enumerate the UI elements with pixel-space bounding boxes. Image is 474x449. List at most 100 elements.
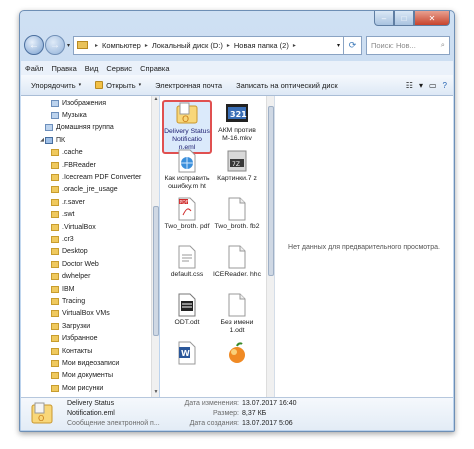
- breadcrumb-computer[interactable]: Компьютер: [102, 41, 141, 50]
- tree-item[interactable]: .Icecream PDF Converter: [21, 171, 158, 183]
- tree-item[interactable]: Избранное: [21, 332, 158, 344]
- change-view-icon[interactable]: ☷: [406, 81, 413, 90]
- homegroup-icon: [45, 124, 53, 132]
- tree-item[interactable]: .swt: [21, 209, 158, 221]
- tree-item-label: Изображения: [62, 99, 106, 107]
- tree-item-label: .oracle_jre_usage: [62, 186, 118, 194]
- explorer-window: – □ ✕ ← → ▾ ▸ Компьютер ▸ Локальный диск…: [19, 10, 455, 432]
- file-item[interactable]: [213, 341, 261, 367]
- burn-button[interactable]: Записать на оптический диск: [236, 81, 338, 90]
- menu-view[interactable]: Вид: [85, 64, 99, 73]
- folder-icon: [51, 174, 59, 182]
- file-item[interactable]: Как исправить ошибку.m ht: [163, 149, 211, 191]
- tree-item[interactable]: Tracing: [21, 295, 158, 307]
- details-pane: O Delivery Status Notification.eml Сообщ…: [21, 397, 453, 430]
- tree-item[interactable]: Мои документы: [21, 370, 158, 382]
- folder-icon: [51, 359, 59, 367]
- tree-item[interactable]: VirtualBox VMs: [21, 308, 158, 320]
- lib-icon: [51, 112, 59, 120]
- svg-text:7Z: 7Z: [232, 161, 240, 168]
- tree-item[interactable]: Загрузки: [21, 320, 158, 332]
- tree-item[interactable]: .r.saver: [21, 196, 158, 208]
- breadcrumb-disk-d[interactable]: Локальный диск (D:): [152, 41, 223, 50]
- files-scrollbar[interactable]: [266, 96, 274, 398]
- help-icon[interactable]: ?: [443, 81, 447, 90]
- tree-item-label: .cr3: [62, 235, 74, 243]
- preview-pane-icon[interactable]: ▭: [429, 81, 437, 90]
- menu-help[interactable]: Справка: [140, 64, 169, 73]
- tree-item-label: Мои документы: [62, 372, 114, 380]
- maximize-button[interactable]: □: [394, 11, 414, 26]
- scroll-thumb[interactable]: [153, 206, 159, 336]
- file-item[interactable]: ICEReader. hhc: [213, 245, 261, 279]
- created-key: Дата создания:: [189, 420, 239, 427]
- folder-icon: [51, 384, 59, 392]
- tree-item-label: .swt: [62, 211, 75, 219]
- breadcrumb-new-folder[interactable]: Новая папка (2): [234, 41, 289, 50]
- file-item[interactable]: 7Z Картинки.7 z: [213, 149, 261, 183]
- open-button[interactable]: Открыть ▾: [95, 81, 141, 90]
- tree-item[interactable]: Музыка: [21, 109, 158, 121]
- tree-item[interactable]: Домашняя группа: [21, 122, 158, 134]
- tree-item[interactable]: Desktop: [21, 246, 158, 258]
- folder-icon: [51, 248, 59, 256]
- doc-icon: [225, 197, 249, 221]
- tree-item[interactable]: .oracle_jre_usage: [21, 184, 158, 196]
- file-item[interactable]: default.css: [163, 245, 211, 279]
- tree-item[interactable]: dwhelper: [21, 270, 158, 282]
- tree-item[interactable]: Мои видеозаписи: [21, 357, 158, 369]
- breadcrumb[interactable]: ▸ Компьютер ▸ Локальный диск (D:) ▸ Нова…: [73, 35, 344, 55]
- forward-arrow-icon: →: [50, 39, 60, 51]
- search-icon: ⌕: [440, 40, 445, 49]
- address-dropdown[interactable]: ▾: [337, 42, 340, 49]
- folder-icon: [51, 161, 59, 169]
- breadcrumb-separator[interactable]: ▸: [95, 42, 98, 49]
- back-button[interactable]: ←: [24, 35, 44, 55]
- svg-text:W: W: [181, 349, 190, 358]
- email-button[interactable]: Электронная почта: [155, 81, 222, 90]
- tree-scrollbar[interactable]: ▲ ▼: [151, 96, 159, 398]
- tree-item-label: Домашняя группа: [56, 124, 114, 132]
- organize-button[interactable]: Упорядочить ▾: [31, 81, 81, 90]
- file-item[interactable]: PDF Two_broth. pdf: [163, 197, 211, 231]
- menu-edit[interactable]: Правка: [51, 64, 76, 73]
- tree-item[interactable]: .VirtualBox: [21, 221, 158, 233]
- menu-tools[interactable]: Сервис: [106, 64, 132, 73]
- file-list: O Delivery Status Notificatio n.eml 321 АКМ…: [160, 96, 266, 398]
- tree-item[interactable]: Мои рисунки: [21, 382, 158, 394]
- scroll-up-icon[interactable]: ▲: [152, 96, 160, 105]
- minimize-button[interactable]: –: [374, 11, 394, 26]
- file-item[interactable]: 321 АКМ против М-16.mkv: [213, 101, 261, 143]
- refresh-button[interactable]: ⟳: [344, 35, 362, 55]
- breadcrumb-separator[interactable]: ▸: [227, 42, 230, 49]
- breadcrumb-separator[interactable]: ▸: [293, 42, 296, 49]
- file-item[interactable]: O Delivery Status Notificatio n.eml: [162, 100, 212, 154]
- tree-item[interactable]: IBM: [21, 283, 158, 295]
- folder-icon: [51, 285, 59, 293]
- preview-pane: Нет данных для предварительного просмотр…: [274, 96, 453, 398]
- file-name: Без имени 1.odt: [220, 319, 254, 334]
- tree-item[interactable]: Изображения: [21, 97, 158, 109]
- forward-button[interactable]: →: [45, 35, 65, 55]
- tree-item[interactable]: .cr3: [21, 233, 158, 245]
- history-dropdown[interactable]: ▾: [67, 42, 70, 49]
- svg-text:O: O: [38, 414, 44, 423]
- search-input[interactable]: Поиск: Нов... ⌕: [366, 35, 450, 55]
- tree-item[interactable]: Контакты: [21, 345, 158, 357]
- file-item[interactable]: ODT.odt: [163, 293, 211, 327]
- tree-item[interactable]: .cache: [21, 147, 158, 159]
- tree-item-label: Tracing: [62, 297, 86, 305]
- tree-item[interactable]: .FBReader: [21, 159, 158, 171]
- file-name: default.css: [170, 271, 204, 278]
- view-dropdown[interactable]: ▾: [419, 81, 423, 90]
- file-item[interactable]: Без имени 1.odt: [213, 293, 261, 335]
- menu-file[interactable]: Файл: [25, 64, 43, 73]
- folder-icon: [51, 235, 59, 243]
- close-button[interactable]: ✕: [414, 11, 450, 26]
- file-item[interactable]: W: [163, 341, 211, 367]
- file-item[interactable]: Two_broth. fb2: [213, 197, 261, 231]
- tree-item[interactable]: Doctor Web: [21, 258, 158, 270]
- tree-item[interactable]: ◢ ПК: [21, 134, 158, 146]
- breadcrumb-separator[interactable]: ▸: [145, 42, 148, 49]
- file-name: АКМ против М-16.mkv: [218, 127, 256, 142]
